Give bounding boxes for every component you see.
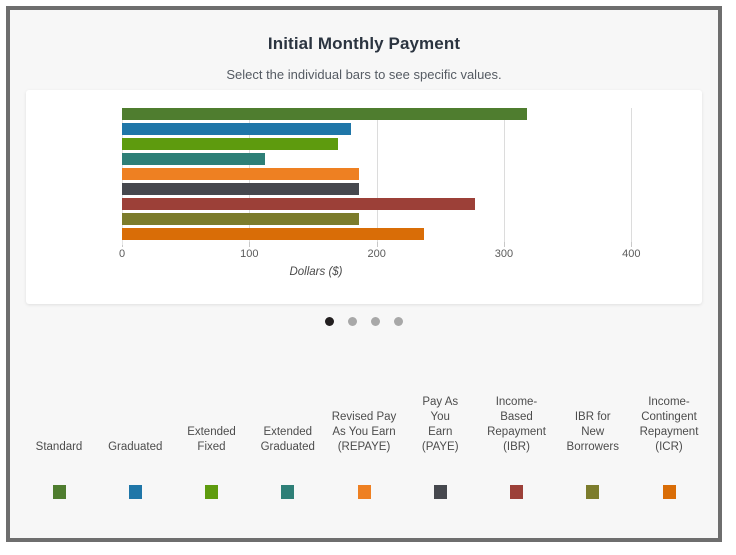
legend-color-swatch[interactable] [662,485,676,499]
axis-tick-mark [249,242,251,247]
pagination-dot[interactable] [394,317,403,326]
legend-item-label: Extended Graduated [260,426,315,453]
axis-tick-label: 0 [118,248,126,260]
chart-bar[interactable] [122,198,475,210]
legend-color-swatch[interactable] [510,485,523,499]
legend-item[interactable]: Income- Based Repayment (IBR) [480,380,554,499]
chart-gridline [503,108,505,242]
legend-item[interactable]: Revised Pay As You Earn (REPAYE) [327,380,401,499]
chart-bar[interactable] [122,108,527,120]
chart-bar[interactable] [122,138,339,150]
legend-item-label: Pay As You Earn (PAYE) [421,396,459,453]
legend-item-label: IBR for New Borrowers [566,411,619,453]
chart-bar[interactable] [122,213,359,225]
chart-gridline [376,108,378,242]
axis-tick-mark [503,242,505,247]
axis-tick-mark [376,242,378,247]
legend-color-swatch[interactable] [128,485,142,499]
legend-color-swatch[interactable] [586,485,600,499]
legend-item[interactable]: Extended Graduated [251,380,325,499]
legend-item-label: Income- Based Repayment (IBR) [487,396,546,453]
chart-bar[interactable] [122,168,359,180]
legend-color-swatch[interactable] [52,485,66,499]
chart-bar[interactable] [122,153,265,165]
axis-tick-label: 300 [494,248,514,260]
legend-color-swatch[interactable] [433,485,447,499]
legend-color-swatch[interactable] [357,485,371,499]
axis-tick-mark [631,242,633,247]
legend-item[interactable]: IBR for New Borrowers [556,380,630,499]
axis-tick-label: 200 [367,248,386,260]
legend-item-label: Income- Contingent Repayment (ICR) [639,396,699,453]
axis-tick-label: 400 [622,248,641,260]
bar-chart-plot: 0 100 200 300 400 Dollars ($) [26,90,702,304]
legend-item-label: Extended Fixed [187,426,236,453]
pagination-dot-active[interactable] [325,317,334,326]
chart-legend: Standard Graduated Extended Fixed Extended … [22,380,706,499]
legend-color-swatch[interactable] [205,485,218,499]
legend-item[interactable]: Standard [22,380,96,499]
chart-card: 0 100 200 300 400 Dollars ($) [26,90,702,304]
axis-tick-label: 100 [240,248,259,260]
pagination-dot[interactable] [371,317,380,326]
legend-item[interactable]: Income- Contingent Repayment (ICR) [632,380,706,499]
pagination-dots[interactable] [10,317,718,326]
chart-gridline [631,108,633,242]
chart-bar[interactable] [122,228,424,240]
page-title: Initial Monthly Payment [267,34,461,53]
legend-item-label: Revised Pay As You Earn (REPAYE) [331,411,397,453]
chart-bar[interactable] [122,183,359,195]
pagination-dot[interactable] [348,317,357,326]
legend-item-label: Graduated [108,441,163,453]
legend-item[interactable]: Pay As You Earn (PAYE) [403,380,477,499]
x-axis-label: Dollars ($) [289,266,343,278]
legend-item-label: Standard [35,441,83,453]
page-subtitle: Select the individual bars to see specif… [226,67,502,82]
legend-color-swatch[interactable] [281,485,295,499]
app-frame: Initial Monthly Payment Select the indiv… [6,6,722,542]
panel-background: Initial Monthly Payment Select the indiv… [10,10,718,538]
chart-bar[interactable] [122,123,352,135]
legend-item[interactable]: Extended Fixed [175,380,249,499]
legend-item[interactable]: Graduated [98,380,172,499]
